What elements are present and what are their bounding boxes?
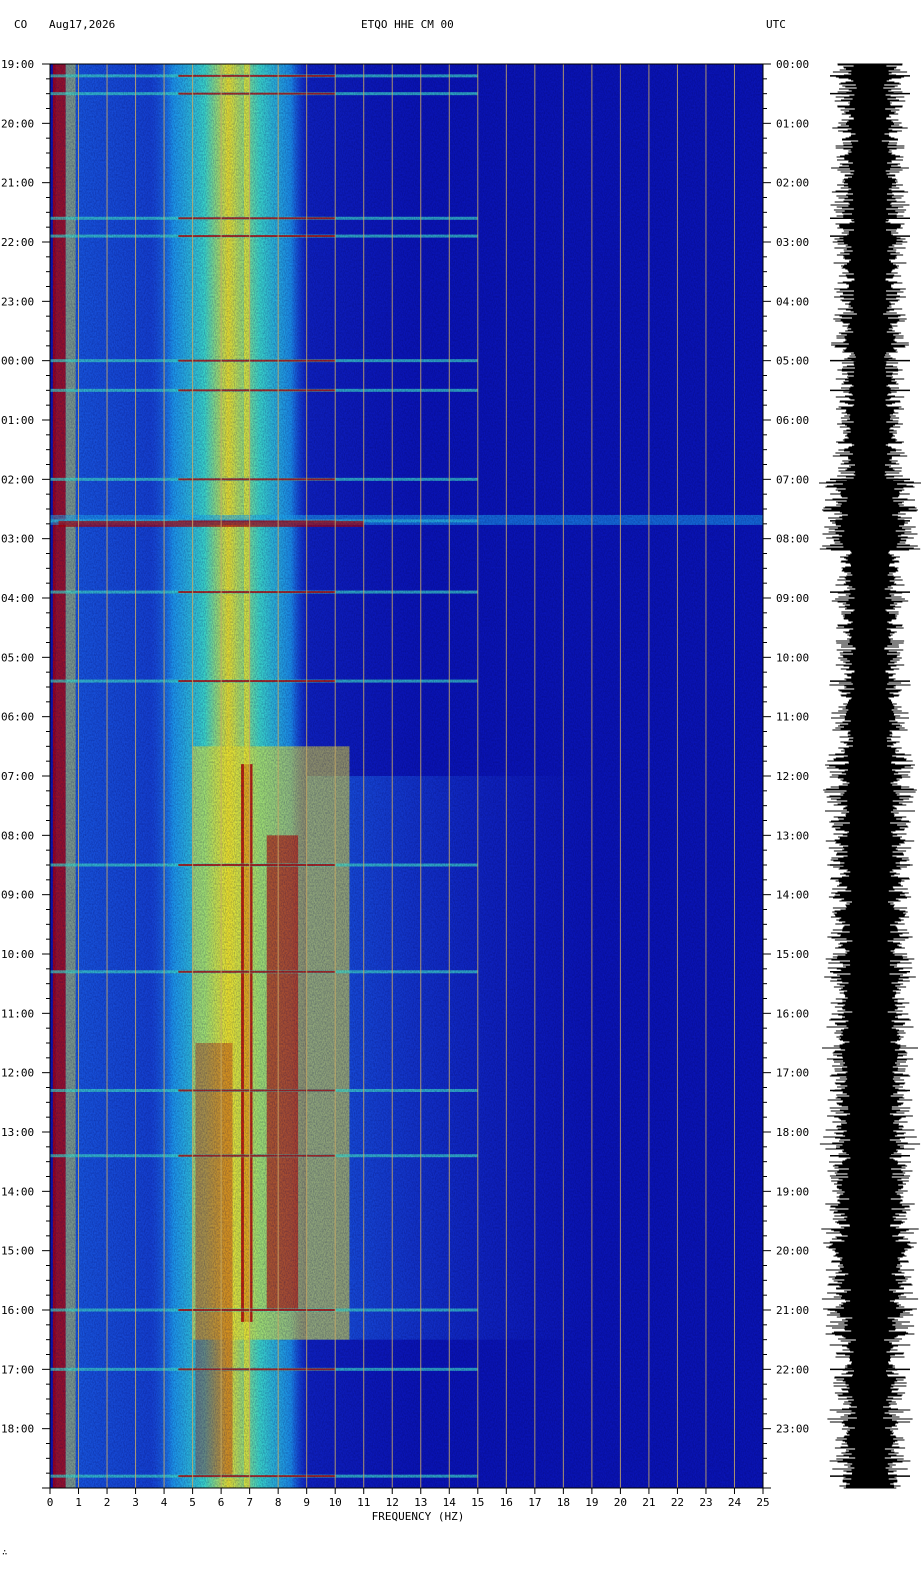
x-tick-label: 14 xyxy=(443,1496,457,1509)
y-right-tick-label: 15:00 xyxy=(776,948,809,961)
x-tick-label: 24 xyxy=(728,1496,742,1509)
y-right-tick-label: 09:00 xyxy=(776,592,809,605)
y-right-tick-label: 10:00 xyxy=(776,651,809,664)
y-left-tick-label: 00:00 xyxy=(1,355,34,368)
y-left-tick-label: 20:00 xyxy=(1,117,34,130)
y-right-tick-label: 08:00 xyxy=(776,533,809,546)
y-left-tick-label: 19:00 xyxy=(1,58,34,71)
y-right-tick-label: 21:00 xyxy=(776,1304,809,1317)
y-right-tick-label: 12:00 xyxy=(776,770,809,783)
x-tick-label: 9 xyxy=(303,1496,310,1509)
y-left-tick-label: 13:00 xyxy=(1,1126,34,1139)
x-tick-label: 18 xyxy=(557,1496,570,1509)
x-tick-label: 17 xyxy=(528,1496,541,1509)
y-left-tick-label: 17:00 xyxy=(1,1363,34,1376)
x-tick-label: 3 xyxy=(132,1496,139,1509)
x-tick-label: 1 xyxy=(75,1496,82,1509)
y-right-tick-label: 02:00 xyxy=(776,177,809,190)
y-right-tick-label: 16:00 xyxy=(776,1007,809,1020)
y-left-tick-label: 02:00 xyxy=(1,473,34,486)
y-left-tick-label: 06:00 xyxy=(1,711,34,724)
y-left-tick-label: 16:00 xyxy=(1,1304,34,1317)
x-tick-label: 4 xyxy=(161,1496,168,1509)
seismogram-trace xyxy=(819,63,921,1489)
x-tick-label: 8 xyxy=(275,1496,282,1509)
y-left-tick-label: 21:00 xyxy=(1,177,34,190)
x-tick-label: 7 xyxy=(246,1496,253,1509)
x-tick-label: 2 xyxy=(104,1496,111,1509)
y-left-tick-label: 03:00 xyxy=(1,533,34,546)
x-tick-label: 21 xyxy=(642,1496,655,1509)
y-right-tick-label: 23:00 xyxy=(776,1423,809,1436)
y-right-tick-label: 11:00 xyxy=(776,711,809,724)
y-right-tick-label: 01:00 xyxy=(776,117,809,130)
y-left-tick-label: 07:00 xyxy=(1,770,34,783)
y-left-tick-label: 12:00 xyxy=(1,1067,34,1080)
y-left-tick-label: 10:00 xyxy=(1,948,34,961)
y-right-tick-label: 06:00 xyxy=(776,414,809,427)
y-left-tick-label: 22:00 xyxy=(1,236,34,249)
x-tick-label: 12 xyxy=(386,1496,399,1509)
y-left-tick-label: 14:00 xyxy=(1,1185,34,1198)
x-tick-label: 16 xyxy=(500,1496,513,1509)
x-tick-label: 20 xyxy=(614,1496,627,1509)
x-axis-title: FREQUENCY (HZ) xyxy=(372,1510,465,1523)
y-right-tick-label: 13:00 xyxy=(776,829,809,842)
y-left-tick-label: 18:00 xyxy=(1,1423,34,1436)
y-right-tick-label: 17:00 xyxy=(776,1067,809,1080)
footer-mark: ∴ xyxy=(2,1548,8,1558)
spectrogram-chart: 0 1 2 3 4 5 6 7 8 9 10 11 12 13 14 15 16 17 18 19 20 21 22 23 24… xyxy=(1,58,921,1523)
y-left-tick-label: 23:00 xyxy=(1,295,34,308)
x-tick-label: 6 xyxy=(218,1496,225,1509)
x-tick-label: 15 xyxy=(471,1496,484,1509)
y-right-tick-label: 20:00 xyxy=(776,1245,809,1258)
noise-texture xyxy=(50,64,763,1488)
x-tick-label: 23 xyxy=(699,1496,712,1509)
x-tick-label: 19 xyxy=(585,1496,598,1509)
y-left-tick-label: 01:00 xyxy=(1,414,34,427)
y-left-tick-label: 11:00 xyxy=(1,1007,34,1020)
y-right-tick-label: 03:00 xyxy=(776,236,809,249)
y-left-tick-label: 04:00 xyxy=(1,592,34,605)
y-left-tick-label: 15:00 xyxy=(1,1245,34,1258)
y-right-tick-label: 07:00 xyxy=(776,473,809,486)
y-right-tick-label: 18:00 xyxy=(776,1126,809,1139)
x-tick-label: 11 xyxy=(357,1496,370,1509)
y-left-tick-label: 09:00 xyxy=(1,889,34,902)
y-left-tick-label: 08:00 xyxy=(1,829,34,842)
y-right-tick-label: 14:00 xyxy=(776,889,809,902)
x-tick-label: 0 xyxy=(47,1496,54,1509)
x-tick-label: 13 xyxy=(414,1496,427,1509)
y-right-tick-label: 22:00 xyxy=(776,1363,809,1376)
y-left-tick-label: 05:00 xyxy=(1,651,34,664)
x-tick-label: 25 xyxy=(756,1496,769,1509)
x-tick-label: 5 xyxy=(189,1496,196,1509)
y-right-tick-label: 00:00 xyxy=(776,58,809,71)
y-right-tick-label: 05:00 xyxy=(776,355,809,368)
y-right-tick-label: 04:00 xyxy=(776,295,809,308)
x-tick-label: 22 xyxy=(671,1496,684,1509)
x-tick-label: 10 xyxy=(329,1496,342,1509)
y-right-tick-label: 19:00 xyxy=(776,1185,809,1198)
